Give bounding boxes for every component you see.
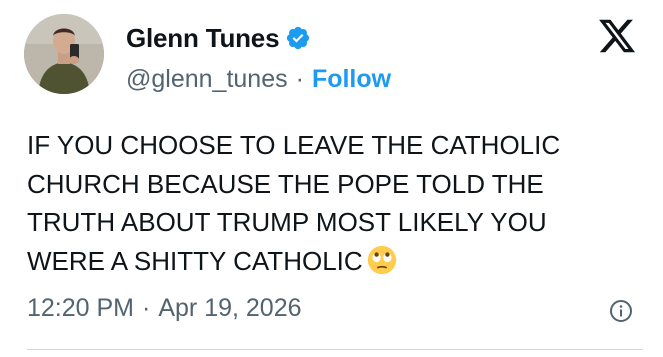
tweet-date[interactable]: Apr 19, 2026 (158, 294, 301, 323)
avatar-photo (24, 14, 104, 94)
footer-separator: · (142, 293, 151, 322)
user-handle[interactable]: @glenn_tunes (126, 65, 288, 94)
tweet-body: IF YOU CHOOSE TO LEAVE THE CATHOLIC CHUR… (27, 126, 637, 280)
tweet-card: Glenn Tunes @glenn_tunes · Follow IF YOU… (0, 0, 663, 357)
tweet-time[interactable]: 12:20 PM (27, 294, 134, 323)
divider (27, 349, 643, 350)
info-icon[interactable] (609, 299, 633, 323)
verified-badge-icon[interactable] (285, 25, 311, 51)
tweet-header: Glenn Tunes @glenn_tunes · Follow (126, 20, 391, 94)
name-row: Glenn Tunes (126, 20, 391, 56)
tweet-text: IF YOU CHOOSE TO LEAVE THE CATHOLIC CHUR… (27, 130, 561, 276)
display-name[interactable]: Glenn Tunes (126, 23, 280, 54)
x-logo-icon[interactable] (596, 16, 638, 56)
avatar[interactable] (24, 14, 104, 94)
tweet-footer: 12:20 PM · Apr 19, 2026 (27, 290, 302, 326)
follow-button[interactable]: Follow (312, 65, 391, 94)
handle-separator: · (295, 64, 304, 93)
face-with-rolling-eyes-emoji (367, 245, 397, 275)
handle-row: @glenn_tunes · Follow (126, 64, 391, 94)
